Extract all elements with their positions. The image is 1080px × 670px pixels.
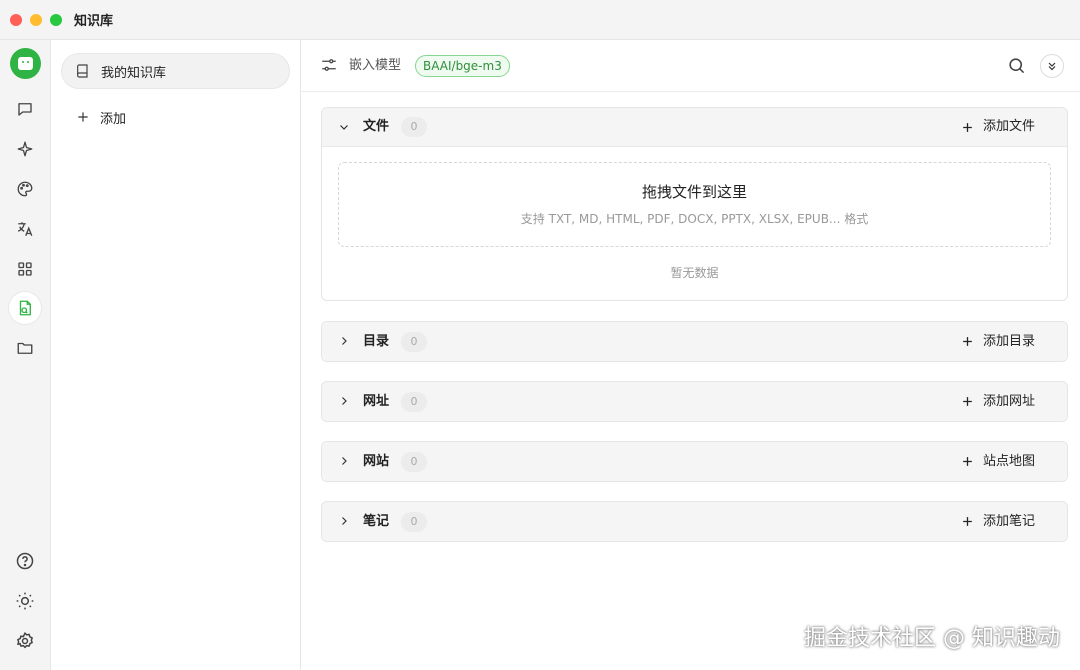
rail-paintings[interactable] [9, 173, 41, 205]
section-title: 网址 [363, 393, 390, 409]
section-count-badge: 0 [401, 117, 427, 137]
window-title: 知识库 [74, 14, 114, 29]
add-note-label: 添加笔记 [982, 513, 1035, 529]
plus-icon [963, 122, 972, 132]
add-directory-button[interactable]: 添加目录 [961, 332, 1035, 352]
add-knowledge-base-button[interactable]: 添加 [76, 106, 126, 128]
section-websites-header[interactable]: 网站 0 站点地图 [322, 442, 1067, 481]
rail-chat[interactable] [9, 93, 41, 125]
section-notes: 笔记 0 添加笔记 [321, 501, 1068, 542]
sliders-icon[interactable] [320, 56, 338, 74]
theme-sun-icon [16, 592, 34, 610]
close-window-button[interactable] [10, 13, 22, 26]
kb-item-my-knowledge-base[interactable]: 我的知识库 [61, 53, 290, 89]
search-icon[interactable] [1007, 56, 1026, 75]
plus-icon [963, 517, 972, 526]
kb-header: 嵌入模型 BAAI/bge-m3 [301, 40, 1080, 92]
section-files-header[interactable]: 文件 0 添加文件 [322, 108, 1067, 147]
title-bar: 知识库 [0, 0, 1080, 40]
rail-agents[interactable] [9, 133, 41, 165]
settings-gear-icon [17, 632, 33, 649]
chat-icon [18, 103, 32, 116]
chevron-right-icon [342, 457, 347, 465]
rail-knowledge-base[interactable] [9, 292, 41, 324]
add-url-button[interactable]: 添加网址 [961, 392, 1035, 412]
kb-item-label: 我的知识库 [101, 65, 167, 81]
plus-icon [78, 112, 88, 122]
add-file-button[interactable]: 添加文件 [961, 117, 1035, 137]
section-directories-header[interactable]: 目录 0 添加目录 [322, 322, 1067, 361]
plus-icon [963, 337, 972, 346]
double-chevron-down-icon [1048, 62, 1056, 71]
palette-icon [17, 181, 33, 197]
robot-face-icon [18, 57, 33, 70]
add-note-button[interactable]: 添加笔记 [961, 512, 1035, 532]
section-count-badge: 0 [401, 331, 427, 352]
section-count-badge: 0 [401, 451, 427, 472]
knowledge-base-list: 我的知识库 添加 [51, 40, 301, 670]
section-websites: 网站 0 站点地图 [321, 441, 1068, 482]
rail-apps[interactable] [9, 253, 41, 285]
add-url-label: 添加网址 [982, 393, 1035, 409]
folder-icon [17, 342, 33, 354]
minimize-window-button[interactable] [30, 13, 42, 26]
section-title: 笔记 [363, 513, 390, 529]
sparkle-icon [17, 141, 33, 157]
section-urls-header[interactable]: 网址 0 添加网址 [322, 382, 1067, 421]
user-avatar[interactable] [10, 48, 41, 79]
file-dropzone[interactable]: 拖拽文件到这里 支持 TXT, MD, HTML, PDF, DOCX, PPT… [338, 162, 1051, 247]
main-content: 嵌入模型 BAAI/bge-m3 文件 0 添加文件 拖拽文件到这里 支持 TX… [301, 40, 1080, 670]
chevron-down-icon [340, 125, 348, 130]
expand-all-button[interactable] [1040, 54, 1064, 78]
window-controls [10, 13, 62, 26]
chevron-right-icon [342, 517, 347, 525]
empty-state-text: 暂无数据 [670, 266, 719, 280]
book-icon [77, 64, 88, 78]
rail-help[interactable] [9, 545, 41, 577]
embed-model-label: 嵌入模型 [349, 58, 402, 73]
dropzone-title: 拖拽文件到这里 [641, 183, 747, 201]
section-directories: 目录 0 添加目录 [321, 321, 1068, 362]
dropzone-supported-formats: 支持 TXT, MD, HTML, PDF, DOCX, PPTX, XLSX,… [520, 212, 869, 226]
section-title: 网站 [363, 453, 390, 469]
help-icon [16, 552, 34, 570]
section-title: 文件 [363, 119, 390, 134]
chevron-right-icon [342, 337, 347, 345]
section-files: 文件 0 添加文件 拖拽文件到这里 支持 TXT, MD, HTML, PDF,… [321, 107, 1068, 301]
add-sitemap-label: 站点地图 [982, 453, 1035, 469]
add-file-label: 添加文件 [982, 119, 1035, 134]
plus-icon [963, 397, 972, 406]
section-count-badge: 0 [401, 511, 427, 532]
section-count-badge: 0 [401, 391, 427, 412]
chevron-right-icon [342, 397, 347, 405]
rail-settings[interactable] [9, 625, 41, 657]
add-directory-label: 添加目录 [982, 333, 1035, 349]
knowledge-base-icon [19, 300, 31, 316]
apps-grid-icon [18, 262, 32, 276]
nav-rail [0, 40, 51, 670]
zoom-window-button[interactable] [50, 13, 62, 26]
section-title: 目录 [363, 333, 390, 349]
embed-model-tag: BAAI/bge-m3 [415, 55, 510, 77]
plus-icon [963, 457, 972, 466]
rail-translate[interactable] [9, 213, 41, 245]
section-notes-header[interactable]: 笔记 0 添加笔记 [322, 502, 1067, 541]
add-kb-label: 添加 [100, 111, 127, 127]
add-sitemap-button[interactable]: 站点地图 [961, 452, 1035, 472]
watermark: 掘金技术社区 @ 知识趣动 [804, 626, 1060, 651]
section-urls: 网址 0 添加网址 [321, 381, 1068, 422]
rail-files[interactable] [9, 332, 41, 364]
rail-theme[interactable] [9, 585, 41, 617]
translate-icon [17, 222, 33, 237]
